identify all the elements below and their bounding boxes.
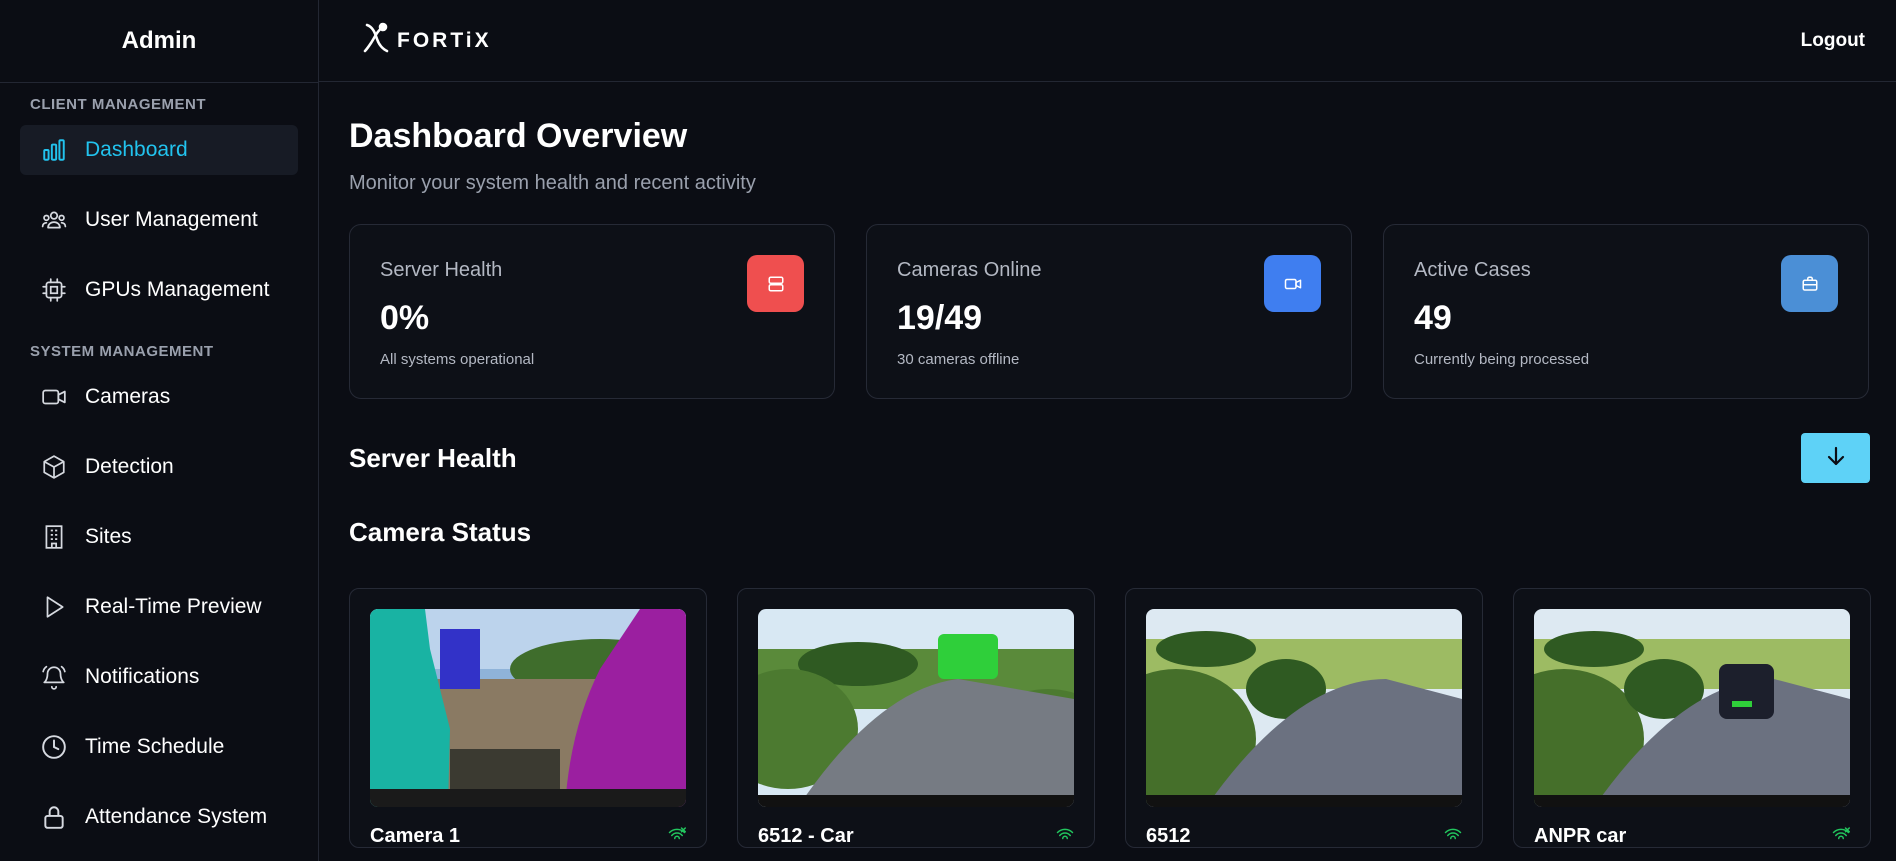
logout-button[interactable]: Logout — [1801, 30, 1865, 52]
camera-thumbnail[interactable] — [370, 609, 686, 807]
camera-status-title: Camera Status — [349, 517, 532, 547]
stat-subtext: 30 cameras offline — [897, 351, 1020, 368]
arrow-down-icon — [1824, 444, 1848, 473]
users-icon — [41, 207, 67, 233]
stat-title: Cameras Online — [897, 259, 1042, 281]
camera-thumbnail[interactable] — [1534, 609, 1850, 807]
camera-card[interactable]: 6512 - Car — [737, 588, 1095, 848]
sidebar-item-label: Detection — [85, 455, 174, 478]
server-health-title: Server Health — [349, 442, 517, 473]
video-icon — [1264, 255, 1321, 312]
brand-logo[interactable]: FORTiX — [361, 21, 492, 60]
stats-row: Server Health 0% All systems operational… — [349, 224, 1870, 399]
cpu-icon — [41, 277, 67, 303]
main-content: FORTiX Logout Dashboard Overview Monitor… — [319, 0, 1896, 861]
wifi-off-icon — [668, 827, 686, 846]
sidebar-item-label: Dashboard — [85, 138, 188, 161]
clock-icon — [41, 734, 67, 760]
sidebar-title: Admin — [121, 27, 197, 54]
wifi-icon — [1444, 827, 1462, 846]
sidebar-item-user-management[interactable]: User Management — [20, 195, 298, 245]
camera-thumbnail[interactable] — [1146, 609, 1462, 807]
sidebar-item-notifications[interactable]: Notifications — [20, 652, 298, 702]
stat-card-cameras-online: Cameras Online 19/49 30 cameras offline — [866, 224, 1352, 399]
play-icon — [41, 594, 67, 620]
sidebar-item-label: Time Schedule — [85, 735, 225, 758]
sidebar-item-label: Sites — [85, 525, 132, 548]
server-health-header: Server Health — [349, 433, 1870, 483]
stat-value: 49 — [1414, 299, 1452, 337]
page-title: Dashboard Overview — [349, 117, 688, 155]
camera-card[interactable]: Camera 1 — [349, 588, 707, 848]
camera-name: ANPR car — [1534, 825, 1627, 847]
sidebar-item-label: Cameras — [85, 385, 171, 408]
video-icon — [41, 384, 67, 410]
camera-name: Camera 1 — [370, 825, 461, 847]
bar-chart-icon — [41, 137, 67, 163]
sidebar-item-attendance-system[interactable]: Attendance System — [20, 792, 298, 842]
sidebar-item-time-schedule[interactable]: Time Schedule — [20, 722, 298, 772]
lock-icon — [41, 804, 67, 830]
bell-icon — [41, 664, 67, 690]
sidebar-header: Admin — [0, 0, 318, 83]
sidebar: Admin CLIENT MANAGEMENT Dashboard User M… — [0, 0, 319, 861]
camera-name: 6512 - Car — [758, 825, 854, 847]
server-icon — [747, 255, 804, 312]
sidebar-item-detection[interactable]: Detection — [20, 442, 298, 492]
sidebar-item-sites[interactable]: Sites — [20, 512, 298, 562]
sidebar-item-label: Notifications — [85, 665, 200, 688]
sidebar-item-cameras[interactable]: Cameras — [20, 372, 298, 422]
top-bar: FORTiX Logout — [319, 0, 1896, 82]
dashboard-content: Dashboard Overview Monitor your system h… — [319, 117, 1896, 848]
briefcase-icon — [1781, 255, 1838, 312]
stat-subtext: Currently being processed — [1414, 351, 1590, 368]
camera-card[interactable]: ANPR car — [1513, 588, 1871, 848]
wifi-icon — [1056, 827, 1074, 846]
stat-subtext: All systems operational — [380, 351, 535, 368]
sidebar-item-gpus-management[interactable]: GPUs Management — [20, 265, 298, 315]
camera-name: 6512 — [1146, 825, 1191, 847]
section-label-client: CLIENT MANAGEMENT — [30, 96, 206, 113]
brand-name: FORTiX — [397, 28, 492, 52]
wifi-off-icon — [1832, 827, 1850, 846]
page-subtitle: Monitor your system health and recent ac… — [349, 172, 756, 194]
camera-thumbnail[interactable] — [758, 609, 1074, 807]
fortix-logo-icon — [361, 21, 391, 60]
stat-title: Active Cases — [1414, 259, 1531, 281]
cube-icon — [41, 454, 67, 480]
camera-grid: Camera 1 6512 - Car 6512 ANPR car — [349, 588, 1871, 848]
section-label-system: SYSTEM MANAGEMENT — [30, 343, 214, 360]
sidebar-item-label: Attendance System — [85, 805, 268, 828]
sidebar-item-label: User Management — [85, 208, 258, 231]
stat-title: Server Health — [380, 259, 503, 281]
download-button[interactable] — [1801, 433, 1870, 483]
stat-card-active-cases: Active Cases 49 Currently being processe… — [1383, 224, 1869, 399]
stat-value: 19/49 — [897, 299, 983, 337]
building-icon — [41, 524, 67, 550]
camera-card[interactable]: 6512 — [1125, 588, 1483, 848]
sidebar-item-label: GPUs Management — [85, 278, 270, 301]
stat-value: 0% — [380, 299, 430, 337]
stat-card-server-health: Server Health 0% All systems operational — [349, 224, 835, 399]
sidebar-item-real-time-preview[interactable]: Real-Time Preview — [20, 582, 298, 632]
sidebar-item-label: Real-Time Preview — [85, 595, 262, 618]
sidebar-item-dashboard[interactable]: Dashboard — [20, 125, 298, 175]
